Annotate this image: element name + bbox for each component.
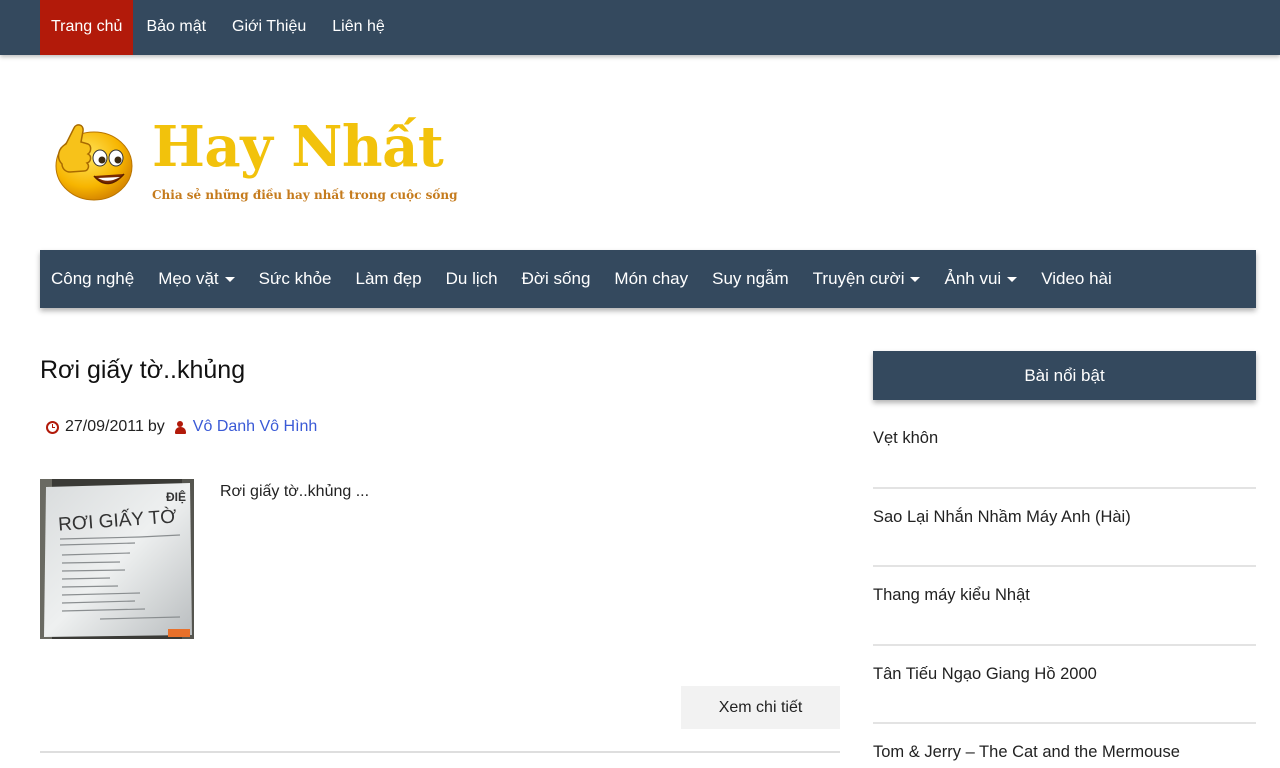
post-title[interactable]: Rơi giấy tờ..khủng — [40, 356, 245, 385]
thumbnail-corner-text: ĐIỆ — [166, 489, 186, 504]
featured-post-link[interactable]: Thang máy kiểu Nhật — [873, 586, 1030, 605]
featured-posts-list: Vẹt khôn Sao Lại Nhắn Nhầm Máy Anh (Hài)… — [873, 410, 1256, 768]
post-by: by — [147, 418, 165, 435]
caret-down-icon — [910, 277, 921, 282]
list-item: Vẹt khôn — [873, 410, 1256, 489]
clock-icon — [46, 420, 59, 434]
main-nav-funny-videos[interactable]: Video hài — [1030, 250, 1125, 308]
featured-post-link[interactable]: Tom & Jerry – The Cat and the Mermouse — [873, 743, 1180, 762]
logo-tagline: Chia sẻ những điều hay nhất trong cuộc s… — [152, 188, 458, 202]
main-nav-label: Đời sống — [521, 269, 591, 288]
featured-post-link[interactable]: Vẹt khôn — [873, 429, 938, 448]
top-nav: Trang chủ Bảo mật Giới Thiệu Liên hệ — [40, 0, 398, 55]
read-more-button[interactable]: Xem chi tiết — [681, 686, 840, 729]
user-icon — [174, 420, 186, 434]
main-nav-label: Sức khỏe — [258, 269, 332, 288]
main-nav-vegetarian[interactable]: Món chay — [603, 250, 701, 308]
top-bar: Trang chủ Bảo mật Giới Thiệu Liên hệ — [0, 0, 1280, 55]
post-divider — [40, 751, 840, 753]
main-nav-label: Ảnh vui — [944, 269, 1002, 288]
main-nav-technology[interactable]: Công nghệ — [40, 250, 147, 308]
post-meta: 27/09/2011 by Vô Danh Vô Hình — [46, 418, 317, 436]
main-nav-label: Công nghệ — [51, 269, 135, 288]
featured-posts-title: Bài nổi bật — [873, 351, 1256, 400]
main-nav-label: Truyện cười — [812, 269, 905, 288]
list-item: Sao Lại Nhắn Nhầm Máy Anh (Hài) — [873, 489, 1256, 567]
post-author-link[interactable]: Vô Danh Vô Hình — [193, 418, 318, 436]
main-nav-reflection[interactable]: Suy ngẫm — [701, 250, 802, 308]
top-nav-security[interactable]: Bảo mật — [133, 0, 219, 55]
logo-title: Hay Nhất — [152, 114, 444, 180]
featured-post-link[interactable]: Sao Lại Nhắn Nhầm Máy Anh (Hài) — [873, 508, 1131, 527]
thumbs-up-smiley-icon — [55, 124, 133, 201]
main-nav: Công nghệ Mẹo vặt Sức khỏe Làm đẹp Du lị… — [40, 250, 1256, 308]
top-nav-contact[interactable]: Liên hệ — [319, 0, 398, 55]
top-nav-about[interactable]: Giới Thiệu — [219, 0, 319, 55]
main-nav-label: Làm đẹp — [355, 269, 422, 288]
caret-down-icon — [1007, 277, 1018, 282]
main-nav-label: Mẹo vặt — [158, 269, 219, 288]
caret-down-icon — [224, 277, 235, 282]
list-item: Tân Tiếu Ngạo Giang Hồ 2000 — [873, 646, 1256, 724]
main-nav-label: Suy ngẫm — [712, 269, 789, 288]
main-nav-beauty[interactable]: Làm đẹp — [344, 250, 434, 308]
list-item: Tom & Jerry – The Cat and the Mermouse — [873, 724, 1256, 768]
notice-paper-image: RƠI GIẤY TỜ ĐIỆ — [40, 479, 194, 639]
list-item: Thang máy kiểu Nhật — [873, 567, 1256, 646]
main-nav-jokes[interactable]: Truyện cười — [802, 250, 934, 308]
top-nav-home[interactable]: Trang chủ — [40, 0, 134, 55]
main-nav-life[interactable]: Đời sống — [511, 250, 604, 308]
post-date: 27/09/2011 — [65, 418, 144, 435]
main-nav-label: Món chay — [614, 269, 689, 288]
main-nav-tips[interactable]: Mẹo vặt — [147, 250, 247, 308]
main-nav-funny-photos[interactable]: Ảnh vui — [933, 250, 1030, 308]
main-nav-travel[interactable]: Du lịch — [435, 250, 511, 308]
main-nav-health[interactable]: Sức khỏe — [248, 250, 345, 308]
post-excerpt: Rơi giấy tờ..khủng ... — [220, 483, 370, 500]
site-logo[interactable]: Hay Nhất Chia sẻ những điều hay nhất tro… — [48, 108, 457, 208]
main-nav-label: Video hài — [1041, 269, 1112, 288]
main-nav-label: Du lịch — [445, 269, 498, 288]
featured-post-link[interactable]: Tân Tiếu Ngạo Giang Hồ 2000 — [873, 665, 1097, 684]
post-thumbnail[interactable]: RƠI GIẤY TỜ ĐIỆ — [40, 479, 194, 639]
